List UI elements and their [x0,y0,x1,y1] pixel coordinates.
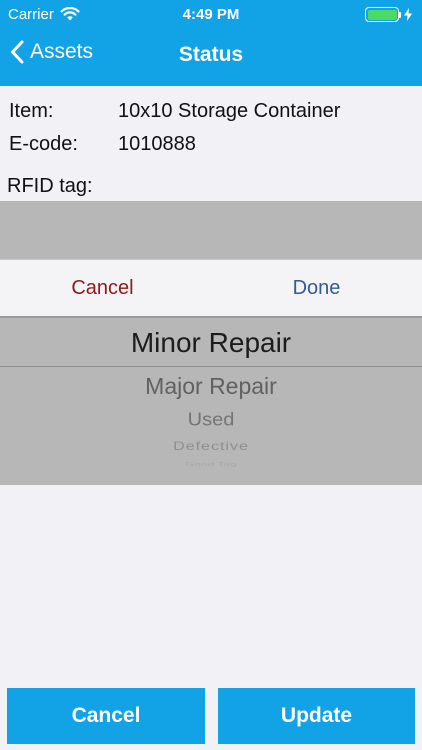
picker-option[interactable]: Good Tag [0,461,422,467]
picker-cancel-button[interactable]: Cancel [0,260,205,317]
picker-option[interactable]: Used [0,410,422,431]
battery-tip [399,11,401,18]
item-row: Item: 10x10 Storage Container [9,95,340,128]
rfid-tag-label: RFID tag: [7,175,93,197]
status-picker[interactable]: Minor Repair Major Repair Used Defective… [0,318,422,485]
asset-info: Item: 10x10 Storage Container E-code: 10… [9,95,340,161]
ecode-label: E-code: [9,133,78,155]
battery-icon [365,7,399,22]
ecode-value: 1010888 [118,133,196,155]
status-bar: Carrier 4:49 PM [0,0,422,30]
navigation-bar: Assets Status [0,32,422,82]
picker-option-selected[interactable]: Minor Repair [0,327,422,359]
picker-done-button[interactable]: Done [211,260,422,317]
page-title: Status [178,43,244,66]
picker-toolbar: Cancel Done [0,259,422,318]
header: Carrier 4:49 PM Assets Status [0,0,422,86]
charging-bolt-icon [404,8,412,21]
item-value: 10x10 Storage Container [118,100,341,122]
picker-overlay[interactable]: Cancel Done Minor Repair Major Repair Us… [0,201,422,485]
clock: 4:49 PM [182,6,240,23]
cancel-button[interactable]: Cancel [7,688,205,744]
picker-option[interactable]: Major Repair [0,373,422,400]
battery [365,7,412,22]
battery-level [367,9,397,20]
update-button[interactable]: Update [218,688,415,744]
ecode-row: E-code: 1010888 [9,128,340,161]
item-label: Item: [9,100,54,122]
picker-option[interactable]: Defective [0,440,422,454]
